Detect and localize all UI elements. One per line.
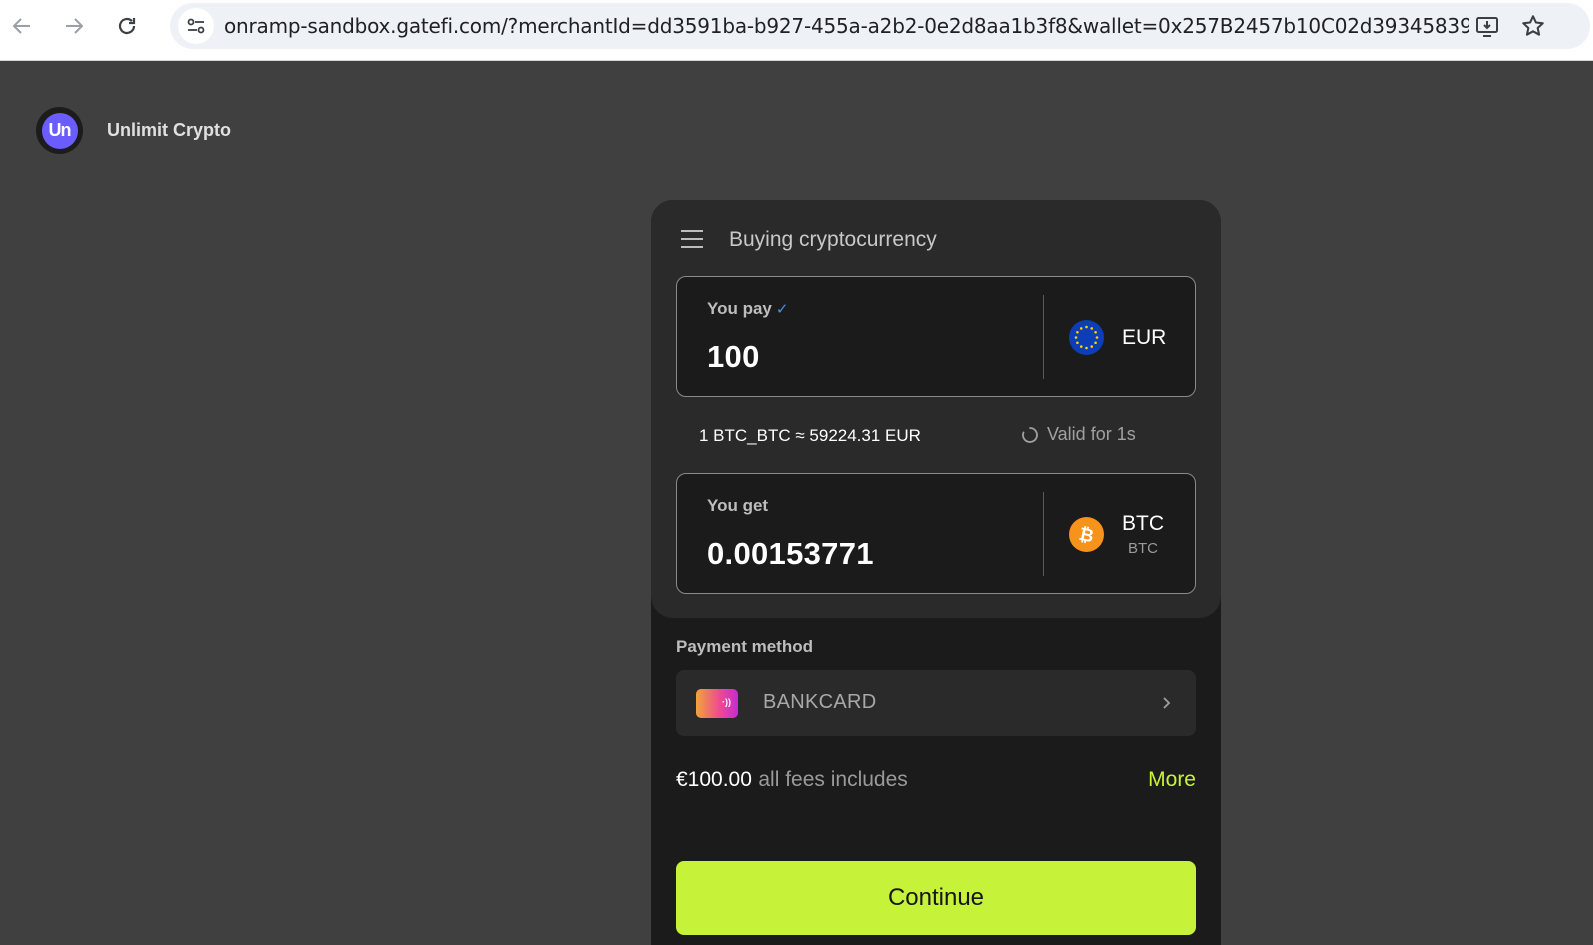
forward-button[interactable] [58,10,90,42]
address-bar[interactable]: onramp-sandbox.gatefi.com/?merchantId=dd… [170,3,1590,49]
pay-label-text: You pay [707,299,772,318]
more-link[interactable]: More [1148,768,1196,792]
menu-icon-bar [681,230,703,232]
get-currency-selector[interactable]: ₿ BTC BTC [1069,474,1194,595]
exchange-rate: 1 BTC_BTC ≈ 59224.31 EUR [699,426,921,445]
menu-icon-bar [681,238,703,240]
install-app-button[interactable] [1472,11,1502,41]
contactless-icon: ·)) [722,697,731,707]
pay-currency-text: EUR [1122,326,1166,350]
arrow-right-icon [66,18,84,34]
continue-button[interactable]: Continue [676,861,1196,935]
arrow-left-icon [12,18,30,34]
divider [1043,295,1044,379]
pay-currency-selector[interactable]: EUR [1069,277,1194,398]
payment-method-label: Payment method [676,637,813,656]
site-info-button[interactable] [178,8,214,44]
pay-amount-input[interactable]: 100 [707,339,760,375]
get-currency-code: BTC [1122,512,1164,535]
install-icon [1476,17,1498,37]
star-icon [1522,15,1544,36]
quote-validity-text: Valid for 1s [1047,424,1136,444]
brand-logo-mark: Un [41,112,78,149]
reload-button[interactable] [111,10,143,42]
divider [1043,492,1044,576]
brand-header: Un Unlimit Crypto [36,107,231,154]
bank-card-icon: ·)) [696,689,738,718]
quote-validity: Valid for 1s [1021,424,1136,445]
exchange-panel: Buying cryptocurrency You pay ✓ 100 EUR … [651,200,1221,618]
get-amount-box: You get 0.00153771 ₿ BTC BTC [676,473,1196,594]
fees-text: all fees includes [758,768,908,791]
get-amount-value[interactable]: 0.00153771 [707,536,874,572]
browser-toolbar: onramp-sandbox.gatefi.com/?merchantId=dd… [0,0,1593,61]
get-label: You get [707,496,769,515]
spinner-icon [1022,426,1038,443]
payment-method-selector[interactable]: ·)) BANKCARD [676,670,1196,736]
brand-logo: Un [36,107,83,154]
get-currency-text: BTC BTC [1122,512,1164,557]
pay-label: You pay ✓ [707,299,788,319]
pay-amount-box: You pay ✓ 100 EUR [676,276,1196,397]
menu-button[interactable] [681,230,705,254]
bookmark-button[interactable] [1518,11,1548,41]
bitcoin-icon: ₿ [1069,517,1104,552]
total-amount: €100.00 [676,768,752,791]
brand-name: Unlimit Crypto [107,120,231,140]
reload-icon [118,17,136,35]
menu-icon-bar [681,246,703,248]
pay-currency-code: EUR [1122,325,1167,349]
payment-method-name: BANKCARD [763,691,877,713]
chevron-right-icon [1160,692,1174,719]
tune-icon [187,18,205,34]
exchange-rate-row: 1 BTC_BTC ≈ 59224.31 EUR Valid for 1s [699,424,1149,448]
back-button[interactable] [6,10,38,42]
eu-flag-icon [1069,320,1104,355]
onramp-widget: Buying cryptocurrency You pay ✓ 100 EUR … [651,200,1221,945]
widget-title: Buying cryptocurrency [729,228,937,251]
fees-summary: €100.00 all fees includes More [676,768,1196,794]
check-icon: ✓ [775,301,789,318]
url-text[interactable]: onramp-sandbox.gatefi.com/?merchantId=dd… [224,14,1469,38]
get-currency-network: BTC [1128,540,1158,557]
